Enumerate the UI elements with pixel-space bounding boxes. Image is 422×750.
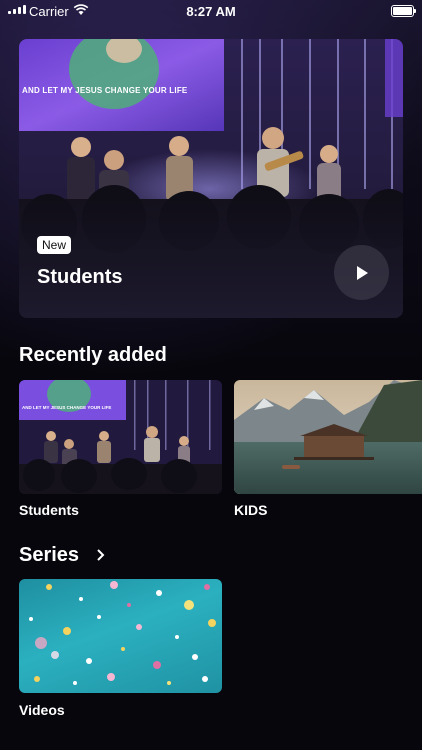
recently-added-title: Recently added bbox=[19, 344, 167, 366]
chevron-right-icon[interactable] bbox=[95, 548, 107, 562]
students-thumbnail bbox=[19, 380, 222, 494]
play-icon bbox=[356, 265, 368, 280]
series-title[interactable]: Series bbox=[19, 544, 79, 567]
hero-title: Students bbox=[37, 266, 123, 288]
series-card-videos[interactable] bbox=[19, 579, 222, 693]
battery-icon bbox=[391, 5, 416, 17]
kids-thumbnail bbox=[234, 380, 422, 494]
recently-added-label-students: Students bbox=[19, 502, 79, 518]
series-label-videos: Videos bbox=[19, 702, 65, 718]
recently-added-label-kids: KIDS bbox=[234, 502, 268, 518]
hero-screen-caption: AND LET MY JESUS CHANGE YOUR LIFE bbox=[22, 86, 188, 95]
recently-added-card-students[interactable]: AND LET MY JESUS CHANGE YOUR LIFE bbox=[19, 380, 222, 494]
featured-hero-card[interactable]: AND LET MY JESUS CHANGE YOUR LIFE New St… bbox=[19, 39, 403, 318]
students-thumbnail-caption: AND LET MY JESUS CHANGE YOUR LIFE bbox=[22, 405, 112, 410]
status-bar: Carrier 8:27 AM bbox=[0, 0, 422, 22]
status-time: 8:27 AM bbox=[186, 4, 236, 19]
recently-added-card-kids[interactable] bbox=[234, 380, 422, 494]
new-badge: New bbox=[37, 236, 72, 254]
play-button[interactable] bbox=[334, 245, 389, 300]
videos-thumbnail bbox=[29, 581, 216, 685]
